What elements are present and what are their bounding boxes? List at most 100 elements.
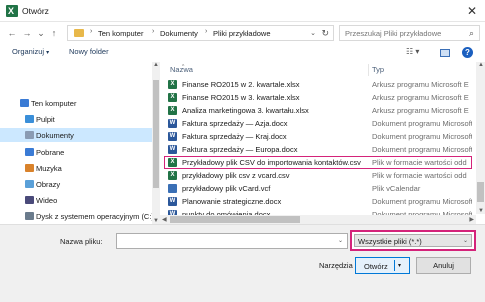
view-options-icon[interactable]: ☷ ▾ — [406, 47, 419, 56]
forward-arrow-icon[interactable]: → — [21, 27, 33, 39]
vcard-icon — [168, 184, 177, 193]
excel-icon: X — [168, 93, 177, 102]
scroll-up-arrow-icon[interactable]: ▲ — [478, 62, 484, 68]
file-type-filter-dropdown[interactable]: Wszystkie pliki (*.*) ⌄ — [354, 234, 472, 247]
file-name: Przykładowy plik CSV do importowania kon… — [182, 158, 361, 167]
file-type: Dokument programu Microsoft — [372, 132, 472, 141]
scrollbar-thumb[interactable] — [477, 182, 484, 202]
open-button[interactable]: Otwórz ▾ — [355, 257, 410, 274]
organize-menu-button[interactable]: Organizuj ▾ — [12, 47, 49, 56]
open-options-chevron-icon[interactable]: ▾ — [398, 262, 401, 269]
file-type: Arkusz programu Microsoft E — [372, 80, 469, 89]
address-dropdown-icon[interactable]: ⌄ — [310, 29, 316, 37]
computer-icon — [20, 99, 29, 107]
search-box[interactable]: ⌕ — [339, 25, 480, 41]
file-row-highlighted[interactable]: X Przykładowy plik CSV do importowania ko… — [164, 156, 472, 169]
close-icon[interactable]: ✕ — [463, 2, 481, 20]
file-type: Plik vCalendar — [372, 184, 421, 193]
sidebar-item-label: Ten komputer — [31, 99, 77, 108]
file-row[interactable]: X Finanse RO2015 w 3. kwartale.xlsx Arkusz… — [164, 91, 472, 104]
sidebar-item-label: Obrazy — [36, 180, 61, 189]
address-bar[interactable]: › Ten komputer › Dokumenty › Pliki przyk… — [67, 25, 334, 41]
csv-icon: X — [168, 158, 177, 167]
preview-pane-icon[interactable] — [440, 49, 450, 57]
dialog-footer: Nazwa pliku: ⌄ Wszystkie pliki (*.*) ⌄ N… — [0, 224, 485, 302]
sidebar-item-ten-komputer[interactable]: Ten komputer — [0, 96, 152, 110]
breadcrumb-dokumenty[interactable]: Dokumenty — [160, 29, 198, 38]
breadcrumb-pliki-przykladowe[interactable]: Pliki przykładowe — [213, 29, 271, 38]
chevron-down-icon: ⌄ — [462, 238, 468, 244]
chevron-down-icon: ▾ — [46, 50, 50, 56]
file-name: Finanse RO2015 w 2. kwartale.xlsx — [182, 80, 300, 89]
word-icon: W — [168, 119, 177, 128]
sidebar-item-wideo[interactable]: Wideo — [0, 193, 152, 207]
file-row[interactable]: W Faktura sprzedaży — Azja.docx Dokument p… — [164, 117, 472, 130]
back-arrow-icon[interactable]: ← — [6, 27, 18, 39]
file-row[interactable]: przykładowy plik vCard.vcf Plik vCalendar — [164, 182, 472, 195]
navigation-pane: Ten komputer Pulpit Dokumenty Pobrane Mu… — [0, 62, 160, 224]
sidebar-item-muzyka[interactable]: Muzyka — [0, 161, 152, 175]
file-row[interactable]: X Analiza marketingowa 3. kwartału.xlsx Ar… — [164, 104, 472, 117]
filename-input[interactable] — [120, 236, 330, 247]
folder-icon — [74, 29, 84, 37]
file-list-vertical-scrollbar[interactable]: ▲ ▼ — [476, 62, 485, 214]
sidebar-item-label: Pulpit — [36, 115, 55, 124]
filename-combobox[interactable]: ⌄ — [116, 233, 348, 249]
file-name: Planowanie strategiczne.docx — [182, 197, 282, 206]
sidebar-item-dokumenty[interactable]: Dokumenty — [0, 128, 152, 142]
sidebar-item-label: Dokumenty — [36, 131, 74, 140]
scroll-down-arrow-icon[interactable]: ▼ — [478, 208, 484, 214]
scroll-left-arrow-icon[interactable]: ◀ — [162, 216, 167, 223]
help-icon[interactable]: ? — [462, 47, 473, 58]
sidebar-item-pobrane[interactable]: Pobrane — [0, 145, 152, 159]
file-name: Analiza marketingowa 3. kwartału.xlsx — [182, 106, 309, 115]
column-separator[interactable] — [368, 64, 369, 76]
scroll-right-arrow-icon[interactable]: ▶ — [469, 216, 474, 223]
scroll-up-arrow-icon[interactable]: ▲ — [153, 62, 159, 68]
file-row[interactable]: W Planowanie strategiczne.docx Dokument pr… — [164, 195, 472, 208]
file-list: Nazwa ^ Typ X Finanse RO2015 w 2. kwartal… — [160, 62, 485, 232]
file-row[interactable]: W Faktura sprzedaży — Europa.docx Dokument… — [164, 143, 472, 156]
file-type: Arkusz programu Microsoft E — [372, 93, 469, 102]
file-name: Faktura sprzedaży — Europa.docx — [182, 145, 298, 154]
up-arrow-icon[interactable]: ↑ — [48, 27, 60, 39]
search-icon[interactable]: ⌕ — [469, 28, 474, 39]
column-header-type[interactable]: Typ — [372, 65, 384, 74]
sidebar-item-drive-c[interactable]: Dysk z systemem operacyjnym (C:) — [0, 209, 154, 223]
cancel-button[interactable]: Anuluj — [416, 257, 471, 274]
file-row[interactable]: W Faktura sprzedaży — Kraj.docx Dokument p… — [164, 130, 472, 143]
breadcrumb-ten-komputer[interactable]: Ten komputer — [98, 29, 143, 38]
file-row[interactable]: X Finanse RO2015 w 2. kwartale.xlsx Arkusz… — [164, 78, 472, 91]
file-name: Faktura sprzedaży — Azja.docx — [182, 119, 288, 128]
refresh-icon[interactable]: ↻ — [321, 28, 329, 39]
csv-icon: X — [168, 171, 177, 180]
sidebar-scrollbar[interactable]: ▲ ▼ — [152, 62, 160, 224]
tools-menu-button[interactable]: Narzędzia ▾ — [319, 261, 359, 270]
chevron-down-icon[interactable]: ⌄ — [338, 237, 343, 244]
sidebar-item-pulpit[interactable]: Pulpit — [0, 112, 152, 126]
filename-label: Nazwa pliku: — [60, 237, 103, 246]
excel-icon: X — [168, 80, 177, 89]
navigation-bar: ← → ⌄ ↑ › Ten komputer › Dokumenty › Pli… — [0, 22, 485, 44]
sidebar-item-obrazy[interactable]: Obrazy — [0, 177, 152, 191]
excel-icon: X — [168, 106, 177, 115]
breadcrumb-separator: › — [205, 28, 208, 35]
scrollbar-thumb[interactable] — [170, 216, 300, 223]
word-icon: W — [168, 132, 177, 141]
file-type: Plik w formacie wartości odd — [372, 171, 467, 180]
organize-label: Organizuj — [12, 47, 45, 56]
file-type-filter-value: Wszystkie pliki (*.*) — [358, 237, 422, 246]
file-list-horizontal-scrollbar[interactable]: ◀ ▶ — [160, 215, 476, 224]
split-divider — [394, 260, 395, 271]
column-header-name[interactable]: Nazwa ^ — [170, 64, 193, 74]
sort-ascending-icon: ^ — [182, 64, 185, 70]
new-folder-button[interactable]: Nowy folder — [69, 47, 109, 56]
search-input[interactable] — [345, 28, 463, 39]
file-type-filter-highlight: Wszystkie pliki (*.*) ⌄ — [350, 230, 476, 251]
scrollbar-thumb[interactable] — [153, 80, 159, 188]
recent-locations-chevron-icon[interactable]: ⌄ — [35, 27, 47, 39]
command-toolbar: Organizuj ▾ Nowy folder ☷ ▾ ? — [0, 44, 485, 62]
excel-app-icon — [6, 5, 18, 17]
file-row[interactable]: Xprzykładowy plik csv z vcard.csv Plik w … — [164, 169, 472, 182]
file-type: Plik w formacie wartości odd — [372, 158, 467, 167]
